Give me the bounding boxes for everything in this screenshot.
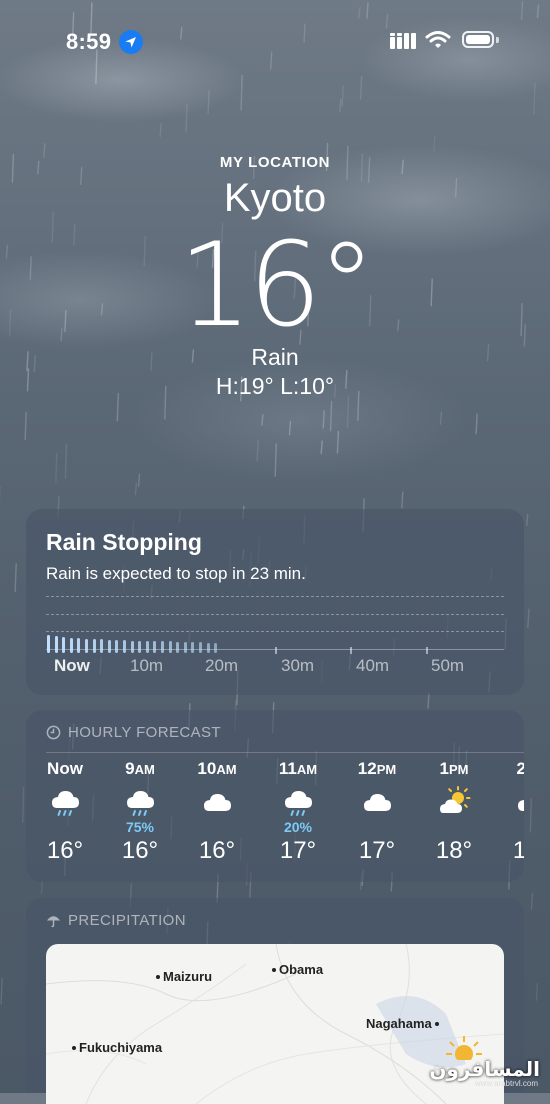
map-place-label: Maizuru [156, 969, 212, 984]
hourly-forecast-card[interactable]: HOURLY FORECAST Now 16° 9AM 75% 16° 10AM 16° 11… [26, 710, 524, 882]
hour-temperature: 19° [501, 837, 524, 865]
timeline-label: 30m [281, 656, 314, 676]
cloud-icon [501, 785, 524, 819]
rain-intensity-bar [138, 641, 141, 653]
rain-intensity-bar [62, 637, 65, 653]
watermark-logo: المسافرون www.arabtrvl.com [440, 1030, 546, 1088]
current-temperature: 16° [0, 218, 550, 353]
watermark-url: www.arabtrvl.com [475, 1079, 538, 1088]
hour-temperature: 18° [424, 837, 484, 865]
precip-chance: 20% [268, 819, 328, 835]
hour-label: 2PM [501, 758, 524, 780]
precipitation-header-label: PRECIPITATION [68, 912, 186, 929]
cellular-signal-icon [390, 33, 418, 54]
high-low-temperature: H:19° L:10° [0, 373, 550, 400]
precip-chance [187, 819, 247, 835]
rain-intensity-bar [85, 639, 88, 653]
hour-label: 10AM [187, 758, 247, 780]
hourly-header-label: HOURLY FORECAST [68, 724, 221, 741]
rain-intensity-bar [100, 639, 103, 653]
hourly-header: HOURLY FORECAST [46, 724, 221, 741]
timeline-label: 20m [205, 656, 238, 676]
hour-label: 12PM [347, 758, 407, 780]
current-condition: Rain [0, 344, 550, 371]
hourly-item: 2PM 19° [501, 758, 524, 865]
timeline-label: 50m [431, 656, 464, 676]
hour-temperature: 16° [110, 837, 170, 865]
battery-icon [462, 31, 494, 48]
hourly-item: 11AM 20% 17° [268, 758, 328, 865]
cloud-icon [347, 785, 407, 819]
precip-chance [501, 819, 524, 835]
hourly-item: 10AM 16° [187, 758, 247, 865]
rain-card-description: Rain is expected to stop in 23 min. [46, 564, 306, 584]
rain-intensity-bar [47, 635, 50, 653]
hour-temperature: 16° [187, 837, 247, 865]
location-subtitle: MY LOCATION [0, 154, 550, 171]
timeline-tick [275, 647, 277, 654]
rain-intensity-bar [93, 639, 96, 653]
rain-intensity-bar [161, 641, 164, 653]
wifi-icon [425, 30, 451, 55]
precip-chance [35, 819, 95, 835]
precip-chance [424, 819, 484, 835]
rain-intensity-bar [115, 640, 118, 653]
hour-label: 9AM [110, 758, 170, 780]
hour-label: 1PM [424, 758, 484, 780]
location-arrow-icon [119, 30, 143, 54]
hourly-item: Now 16° [35, 758, 95, 865]
chart-gridline [46, 614, 504, 615]
rain-intensity-bar [176, 642, 179, 653]
rain-intensity-bar [55, 636, 58, 653]
rain-intensity-bar [131, 641, 134, 653]
rain-cloud-icon [35, 785, 95, 819]
rain-card-title: Rain Stopping [46, 529, 202, 556]
rain-intensity-bar [108, 640, 111, 653]
chart-gridline [46, 596, 504, 597]
status-time: 8:59 [66, 29, 111, 55]
rain-intensity-bar [191, 642, 194, 653]
umbrella-icon [46, 913, 61, 928]
clock-icon [46, 725, 61, 740]
rain-intensity-bar [123, 640, 126, 653]
rain-intensity-bar [77, 638, 80, 653]
rain-intensity-bar [153, 641, 156, 653]
chart-gridline [46, 631, 504, 632]
hour-label: 11AM [268, 758, 328, 780]
battery-cap [496, 37, 499, 43]
rain-intensity-bar [70, 638, 73, 653]
hourly-item: 9AM 75% 16° [110, 758, 170, 865]
map-place-label: Fukuchiyama [72, 1040, 162, 1055]
partly-sunny-icon [424, 785, 484, 819]
rain-stopping-card[interactable]: Rain Stopping Rain is expected to stop i… [26, 509, 524, 695]
timeline-label: 40m [356, 656, 389, 676]
map-place-label: Nagahama [366, 1016, 439, 1031]
rain-cloud-icon [110, 785, 170, 819]
hour-temperature: 17° [347, 837, 407, 865]
rain-intensity-bar [169, 641, 172, 653]
cloud-icon [187, 785, 247, 819]
hour-temperature: 17° [268, 837, 328, 865]
hourly-item: 1PM 18° [424, 758, 484, 865]
hour-label: Now [35, 758, 95, 780]
hour-temperature: 16° [35, 837, 95, 865]
precip-chance: 75% [110, 819, 170, 835]
rain-intensity-bar [199, 642, 202, 653]
timeline-tick [350, 647, 352, 654]
rain-intensity-bar [214, 643, 217, 653]
city-name: Kyoto [0, 176, 550, 221]
section-divider [46, 752, 524, 753]
rain-cloud-icon [268, 785, 328, 819]
precip-chance [347, 819, 407, 835]
rain-intensity-bar [207, 643, 210, 653]
status-bar: 8:59 [0, 0, 550, 80]
precipitation-header: PRECIPITATION [46, 912, 186, 929]
rain-intensity-bar [184, 642, 187, 653]
timeline-label-now: Now [54, 656, 90, 676]
hourly-item: 12PM 17° [347, 758, 407, 865]
map-place-label: Obama [272, 962, 323, 977]
rain-intensity-bar [146, 641, 149, 653]
timeline-label: 10m [130, 656, 163, 676]
timeline-tick [426, 647, 428, 654]
